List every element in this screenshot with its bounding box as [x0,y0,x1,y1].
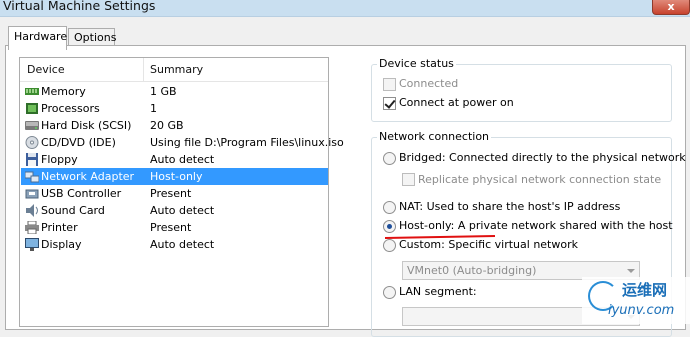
vmnet-select-value: VMnet0 (Auto-bridging) [407,264,537,277]
watermark-cn: 运维网 [622,281,668,299]
device-list[interactable]: Device Summary Memory 1 GB Processors 1 … [19,57,344,327]
device-row-sound-card[interactable]: Sound Card Auto detect [21,202,328,219]
memory-icon [25,88,39,95]
close-button[interactable]: x [652,0,690,15]
device-row-network-adapter[interactable]: Network Adapter Host-only [21,168,328,185]
display-icon [25,238,39,251]
connected-checkbox[interactable] [383,78,396,91]
device-name: Printer [41,221,78,234]
device-summary: 1 [150,102,157,115]
host-only-label: Host-only: A private network shared with… [399,219,673,232]
device-name: Display [41,238,82,251]
device-name: CD/DVD (IDE) [41,136,116,149]
lan-segment-radio[interactable] [383,286,396,299]
cd-dvd-icon [25,136,39,149]
tab-hardware[interactable]: Hardware [8,26,67,50]
device-row-memory[interactable]: Memory 1 GB [21,83,328,100]
device-name: Memory [41,85,86,98]
device-status-label: Device status [377,57,456,70]
device-row-cd-dvd[interactable]: CD/DVD (IDE) Using file D:\Program Files… [21,134,344,151]
watermark-en: iyunv.com [608,303,675,318]
sound-card-icon [26,204,38,217]
device-name: Floppy [41,153,78,166]
device-summary: 20 GB [150,119,184,132]
watermark-logo: 运维网 iyunv.com [582,277,690,324]
device-row-processors[interactable]: Processors 1 [21,100,328,117]
device-summary: Present [150,187,192,200]
device-name: Processors [41,102,100,115]
device-summary: Present [150,221,192,234]
device-status-group: Device status Connected Connect at power… [371,57,672,122]
device-summary: Using file D:\Program Files\linux.iso [150,136,344,149]
close-icon: x [667,0,675,13]
tab-hardware-label: Hardware [14,30,68,43]
lan-segment-label: LAN segment: [399,285,477,298]
window-title: Virtual Machine Settings [3,0,156,13]
device-name: Hard Disk (SCSI) [41,119,132,132]
column-header-device[interactable]: Device [27,63,65,76]
tab-options-label: Options [74,31,117,44]
device-summary: Auto detect [150,153,215,166]
processor-icon [26,103,38,114]
device-summary: Host-only [150,170,203,183]
device-row-printer[interactable]: Printer Present [21,219,328,236]
connect-at-power-on-label: Connect at power on [399,96,514,109]
printer-icon [25,221,39,234]
custom-radio[interactable] [383,239,396,252]
connected-label: Connected [399,77,459,90]
usb-icon [25,189,39,199]
device-row-display[interactable]: Display Auto detect [21,236,328,253]
bridged-label: Bridged: Connected directly to the physi… [399,151,686,164]
column-header-summary[interactable]: Summary [150,63,203,76]
device-row-floppy[interactable]: Floppy Auto detect [21,151,328,168]
window-titlebar: Virtual Machine Settings x [0,0,690,17]
device-row-hard-disk[interactable]: Hard Disk (SCSI) 20 GB [21,117,328,134]
device-summary: 1 GB [150,85,177,98]
device-summary: Auto detect [150,204,215,217]
chevron-down-icon [627,269,635,273]
column-separator[interactable] [143,58,144,82]
device-name: Sound Card [41,204,105,217]
hard-disk-icon [25,121,39,130]
floppy-icon [26,153,38,166]
network-connection-label: Network connection [377,130,492,143]
device-summary: Auto detect [150,238,215,251]
device-name: USB Controller [41,187,122,200]
replicate-state-checkbox[interactable] [402,173,415,186]
device-name: Network Adapter [41,170,135,183]
bridged-radio[interactable] [383,152,396,165]
nat-radio[interactable] [383,201,396,214]
custom-label: Custom: Specific virtual network [399,238,578,251]
network-adapter-icon [25,171,39,183]
replicate-state-label: Replicate physical network connection st… [418,173,662,186]
host-only-radio[interactable] [383,220,396,233]
nat-label: NAT: Used to share the host's IP address [399,200,621,213]
connect-at-power-on-checkbox[interactable] [383,97,396,110]
device-row-usb-controller[interactable]: USB Controller Present [21,185,328,202]
device-list-header: Device Summary [20,58,328,82]
